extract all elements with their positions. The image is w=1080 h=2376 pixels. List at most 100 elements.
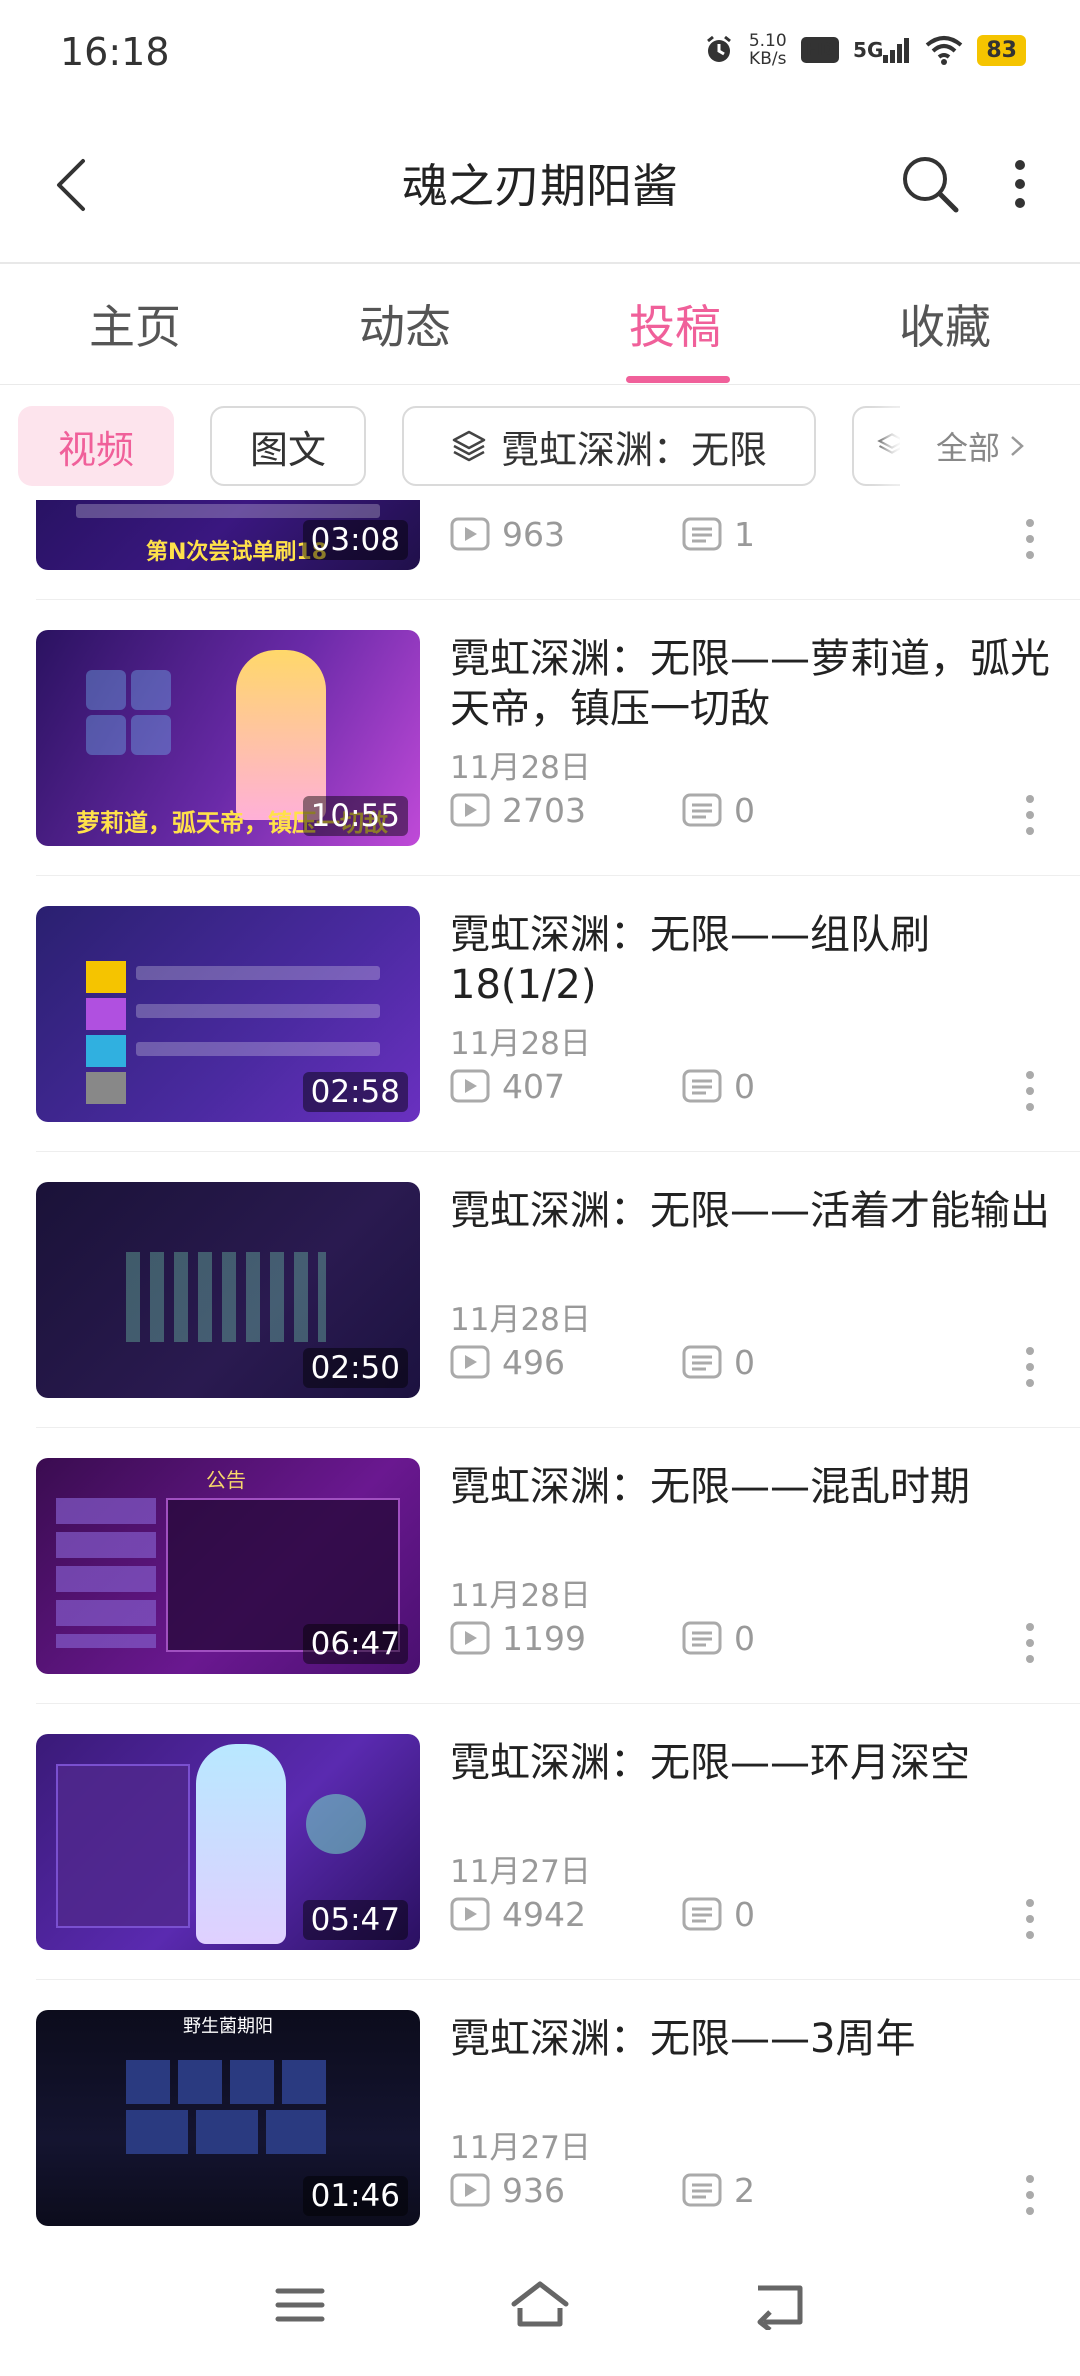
- tab-dynamic[interactable]: 动态: [270, 264, 540, 384]
- video-thumbnail[interactable]: 02:58: [36, 906, 420, 1122]
- more-vertical-icon: [1026, 1071, 1034, 1111]
- video-thumbnail[interactable]: 05:47: [36, 1734, 420, 1950]
- filter-chip-collection-label: 霓虹深渊：无限: [500, 427, 767, 472]
- search-icon: [903, 157, 959, 213]
- wifi-icon: [925, 35, 963, 65]
- video-title[interactable]: 霓虹深渊：无限——组队刷18(1/2): [450, 910, 1050, 1010]
- system-nav-bar: [0, 2240, 1080, 2376]
- video-more-button[interactable]: [1010, 2170, 1050, 2220]
- comment-count-value: 0: [734, 1066, 755, 1106]
- comment-count: 2: [682, 2171, 755, 2210]
- status-icons: 5.10 KB/s HD 5G 83: [703, 32, 1026, 68]
- view-count-value: 4942: [502, 1894, 586, 1934]
- comment-count-icon: [682, 793, 722, 827]
- alarm-icon: [703, 34, 735, 66]
- net-speed: 5.10 KB/s: [749, 32, 787, 68]
- video-more-button[interactable]: [1010, 1618, 1050, 1668]
- video-date: 11月27日: [450, 2130, 591, 2166]
- home-button[interactable]: [490, 2270, 590, 2340]
- comment-count-icon: [682, 1069, 722, 1103]
- video-row[interactable]: 02:50 霓虹深渊：无限——活着才能输出 11月28日 496 0: [0, 1152, 1080, 1428]
- thumb-decor: [86, 715, 126, 755]
- video-title[interactable]: 霓虹深渊：无限——3周年: [450, 2014, 1050, 2064]
- video-thumbnail[interactable]: 野生菌期阳 01:46: [36, 2010, 420, 2226]
- thumb-decor: [86, 670, 126, 710]
- video-more-button[interactable]: [1010, 1066, 1050, 1116]
- video-row[interactable]: 02:58 霓虹深渊：无限——组队刷18(1/2) 11月28日 407 0: [0, 876, 1080, 1152]
- video-thumbnail[interactable]: 萝莉道，弧天帝，镇压一切敌 10:55: [36, 630, 420, 846]
- video-row[interactable]: 公告 06:47 霓虹深渊：无限——混乱时期 11月28日 1199 0: [0, 1428, 1080, 1704]
- home-icon: [511, 2281, 569, 2327]
- video-stats: 496 0: [450, 1342, 755, 1382]
- video-duration: 10:55: [302, 796, 408, 836]
- video-title[interactable]: 霓虹深渊：无限——萝莉道，弧光天帝，镇压一切敌: [450, 634, 1050, 734]
- view-count: 2703: [450, 791, 682, 830]
- thumb-decor: [126, 2110, 326, 2154]
- filter-chip-video[interactable]: 视频: [18, 406, 174, 486]
- video-row[interactable]: 萝莉道，弧天帝，镇压一切敌 10:55 霓虹深渊：无限——萝莉道，弧光天帝，镇压…: [0, 600, 1080, 876]
- tab-favorites[interactable]: 收藏: [810, 264, 1080, 384]
- more-vertical-icon: [1026, 1347, 1034, 1387]
- more-vertical-icon: [1026, 795, 1034, 835]
- video-more-button[interactable]: [1010, 790, 1050, 840]
- thumb-decor: [56, 1498, 156, 1648]
- search-button[interactable]: [890, 144, 970, 224]
- video-title[interactable]: 霓虹深渊：无限——混乱时期: [450, 1462, 1050, 1512]
- tab-home[interactable]: 主页: [0, 264, 270, 384]
- video-more-button[interactable]: [1010, 1894, 1050, 1944]
- comment-count: 0: [682, 1067, 755, 1106]
- video-thumbnail[interactable]: 第N次尝试单刷18 03:08: [36, 500, 420, 570]
- comment-count-value: 0: [734, 1618, 755, 1658]
- net-speed-value: 5.10: [748, 31, 787, 51]
- video-title[interactable]: 霓虹深渊：无限——环月深空: [450, 1738, 1050, 1788]
- video-list: 第N次尝试单刷18 03:08 963 1 萝莉道，弧天帝，镇压一切敌 10:5…: [0, 500, 1080, 2240]
- filter-all-label: 全部: [936, 429, 1001, 467]
- video-date: 11月28日: [450, 1302, 591, 1338]
- filter-all-button[interactable]: 全部: [900, 406, 1080, 486]
- view-count: 4942: [450, 1895, 682, 1934]
- play-count-icon: [450, 517, 490, 551]
- video-duration: 01:46: [302, 2176, 408, 2216]
- video-date: 11月27日: [450, 1854, 591, 1890]
- thumb-character: [196, 1744, 286, 1944]
- thumb-decor: [126, 2060, 326, 2104]
- comment-count-icon: [682, 2173, 722, 2207]
- comment-count: 0: [682, 1895, 755, 1934]
- thumb-decor: [86, 1072, 126, 1104]
- play-count-icon: [450, 2173, 490, 2207]
- video-row[interactable]: 05:47 霓虹深渊：无限——环月深空 11月27日 4942 0: [0, 1704, 1080, 1980]
- video-stats: 1199 0: [450, 1618, 755, 1658]
- video-more-button[interactable]: [1010, 1342, 1050, 1392]
- video-thumbnail[interactable]: 公告 06:47: [36, 1458, 420, 1674]
- video-duration: 03:08: [302, 520, 408, 560]
- thumb-decor: [136, 1042, 380, 1056]
- more-button[interactable]: [990, 144, 1050, 224]
- video-date: 11月28日: [450, 1578, 591, 1614]
- tab-posts[interactable]: 投稿: [540, 264, 810, 384]
- filter-chip-graphic[interactable]: 图文: [210, 406, 366, 486]
- thumb-decor: [136, 966, 380, 980]
- thumb-decor: [306, 1794, 366, 1854]
- video-duration: 02:50: [302, 1348, 408, 1388]
- comment-count-value: 1: [734, 514, 755, 554]
- menu-button[interactable]: [250, 2270, 350, 2340]
- video-date: 11月28日: [450, 750, 591, 786]
- video-row[interactable]: 野生菌期阳 01:46 霓虹深渊：无限——3周年 11月27日 936 2: [0, 1980, 1080, 2240]
- filter-chip-collection[interactable]: 霓虹深渊：无限: [402, 406, 816, 486]
- comment-count-value: 0: [734, 1894, 755, 1934]
- active-tab-indicator: [626, 376, 730, 383]
- video-duration: 06:47: [302, 1624, 408, 1664]
- view-count-value: 936: [502, 2170, 565, 2210]
- thumb-decor: [86, 998, 126, 1030]
- comment-count: 0: [682, 1619, 755, 1658]
- comment-count: 1: [682, 515, 755, 554]
- view-count: 496: [450, 1343, 682, 1382]
- video-more-button[interactable]: [1010, 514, 1050, 564]
- play-count-icon: [450, 1621, 490, 1655]
- video-title[interactable]: 霓虹深渊：无限——活着才能输出: [450, 1186, 1050, 1236]
- video-thumbnail[interactable]: 02:50: [36, 1182, 420, 1398]
- thumb-decor: [126, 1252, 326, 1342]
- view-count: 963: [450, 515, 682, 554]
- back-nav-button[interactable]: [730, 2270, 830, 2340]
- video-row[interactable]: 第N次尝试单刷18 03:08 963 1: [0, 500, 1080, 600]
